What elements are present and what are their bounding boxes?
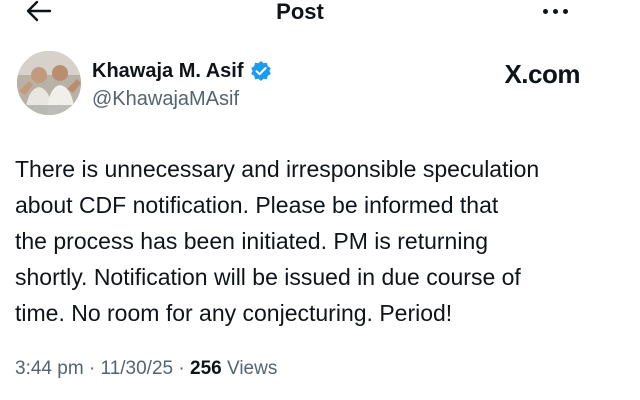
views-count: 256	[190, 358, 222, 379]
page-title: Post	[276, 0, 324, 24]
post-line: time. No room for any conjecturing. Peri…	[15, 300, 453, 326]
more-options-button[interactable]	[530, 0, 580, 22]
verified-badge-icon	[250, 60, 272, 82]
avatar[interactable]	[17, 51, 81, 115]
post-line: about CDF notification. Please be inform…	[15, 192, 499, 218]
post-text: There is unnecessary and irresponsible s…	[15, 151, 600, 331]
author-name-text: Khawaja M. Asif	[92, 60, 244, 82]
separator-dot: ·	[178, 358, 190, 379]
post-date[interactable]: 11/30/25	[101, 358, 174, 379]
brand-watermark: X.com	[504, 59, 580, 89]
post-line: shortly. Notification will be issued in …	[15, 264, 521, 290]
author-handle[interactable]: @KhawajaMAsif	[92, 88, 239, 110]
post-meta: 3:44 pm · 11/30/25 · 256 Views	[15, 357, 277, 381]
post-page: Post Khawaja M. Asif @KhawajaMAsif X.com…	[0, 0, 640, 400]
post-line: the process has been initiated. PM is re…	[15, 228, 489, 254]
post-time[interactable]: 3:44 pm	[15, 358, 84, 379]
more-horizontal-icon	[540, 8, 570, 14]
separator-dot: ·	[88, 358, 101, 379]
top-bar: Post	[0, 0, 640, 30]
author-name[interactable]: Khawaja M. Asif	[92, 60, 272, 82]
views-label: Views	[226, 358, 278, 379]
post-line: There is unnecessary and irresponsible s…	[15, 156, 540, 182]
